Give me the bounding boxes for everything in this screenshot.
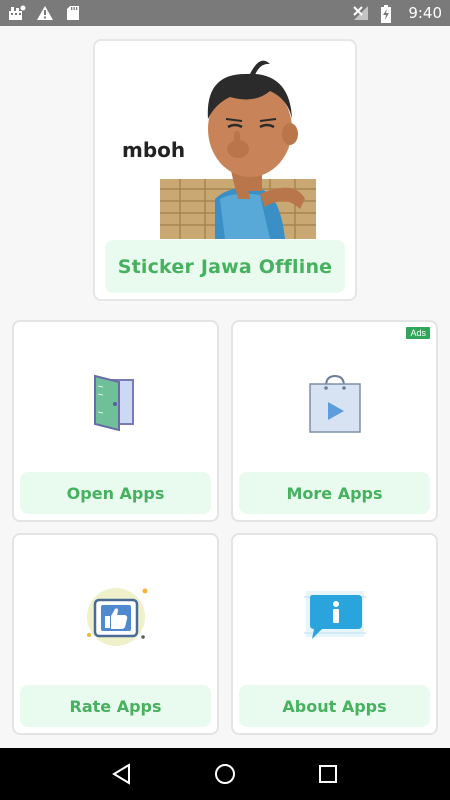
battery-charging-icon (380, 5, 398, 23)
hero-card: mboh Sticker Jawa Offline (93, 39, 357, 301)
open-apps-tile[interactable]: Open Apps (12, 320, 219, 522)
main-content: mboh Sticker Jawa Offline Open Apps Ads … (0, 26, 450, 748)
about-apps-label-box: About Apps (239, 685, 430, 727)
status-time: 9:40 (408, 4, 442, 22)
play-store-bag-icon (300, 372, 370, 436)
home-button[interactable] (210, 759, 240, 789)
rate-apps-tile[interactable]: Rate Apps (12, 533, 219, 735)
about-apps-tile[interactable]: About Apps (231, 533, 438, 735)
open-apps-label: Open Apps (66, 483, 165, 503)
sticker-caption: mboh (122, 138, 185, 162)
more-apps-tile[interactable]: Ads More Apps (231, 320, 438, 522)
status-left (8, 5, 82, 21)
signal-off-icon (352, 5, 370, 21)
home-icon (214, 764, 235, 784)
warning-icon (36, 5, 54, 21)
back-icon (111, 763, 130, 785)
hero-title-box: Sticker Jawa Offline (105, 240, 345, 293)
sd-card-icon (64, 5, 82, 21)
recents-icon (319, 765, 338, 783)
open-door-icon (81, 372, 151, 436)
ads-badge: Ads (406, 327, 430, 339)
status-right: 9:40 (352, 4, 442, 23)
recents-button[interactable] (313, 759, 343, 789)
navigation-bar (0, 748, 450, 800)
rate-apps-label-box: Rate Apps (20, 685, 211, 727)
open-apps-label-box: Open Apps (20, 472, 211, 514)
rate-apps-label: Rate Apps (69, 696, 162, 716)
status-bar: 9:40 (0, 0, 450, 26)
more-apps-label-box: More Apps (239, 472, 430, 514)
thumbs-up-icon (81, 585, 151, 649)
sticker-image: mboh (120, 49, 316, 239)
info-chat-icon (300, 585, 370, 649)
notification-icon (8, 5, 26, 21)
more-apps-label: More Apps (286, 483, 383, 503)
app-title: Sticker Jawa Offline (117, 255, 333, 278)
back-button[interactable] (107, 759, 137, 789)
about-apps-label: About Apps (282, 696, 387, 716)
